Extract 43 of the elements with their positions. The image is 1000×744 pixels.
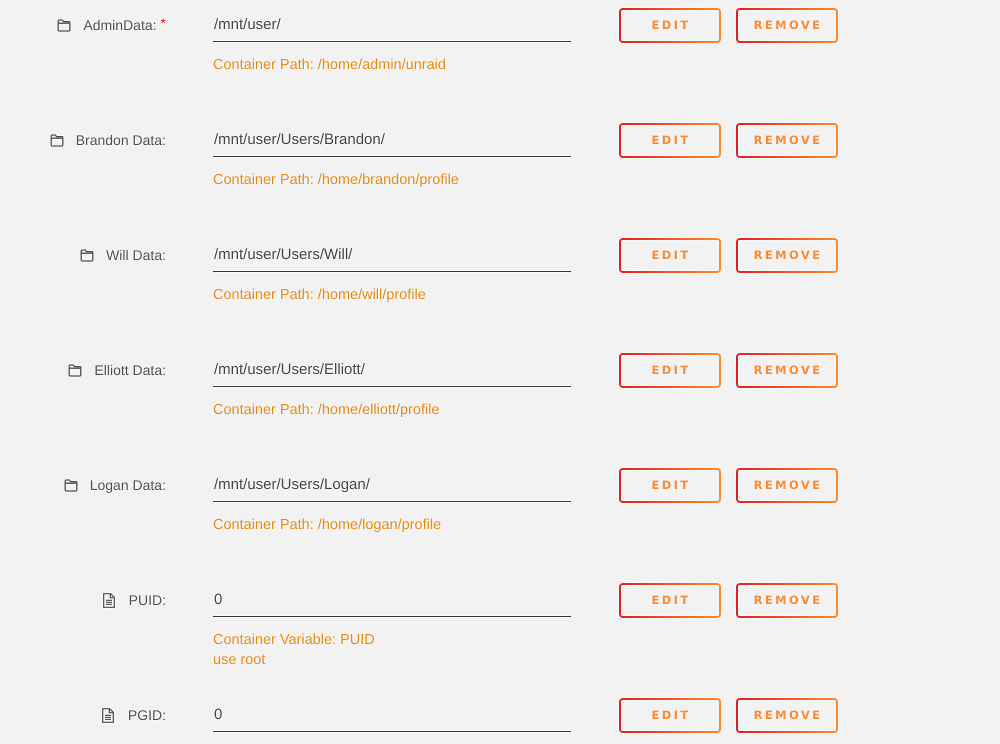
folder-icon — [80, 248, 94, 262]
remove-button[interactable]: REMOVE — [736, 8, 838, 43]
field-label: PUID: — [128, 591, 166, 610]
input-field[interactable]: /mnt/user/Users/Logan/ — [213, 468, 571, 502]
remove-button[interactable]: REMOVE — [736, 353, 838, 388]
remove-button[interactable]: REMOVE — [736, 698, 838, 733]
document-icon — [102, 708, 114, 722]
input-field[interactable]: 0 — [213, 698, 571, 732]
document-icon — [102, 592, 115, 608]
required-asterisk: * — [160, 14, 166, 33]
hint-text: use root — [213, 651, 266, 670]
input-field[interactable]: /mnt/user/Users/Elliott/ — [213, 353, 571, 387]
folder-icon — [64, 478, 78, 492]
edit-button[interactable]: EDIT — [619, 353, 721, 388]
edit-button[interactable]: EDIT — [619, 468, 721, 503]
remove-button[interactable]: REMOVE — [736, 468, 838, 503]
input-field[interactable]: 0 — [213, 583, 571, 617]
edit-button[interactable]: EDIT — [619, 698, 721, 733]
hint-text: Container Path: /home/logan/profile — [213, 516, 442, 535]
folder-icon — [50, 134, 64, 146]
folder-icon — [68, 364, 82, 376]
edit-button[interactable]: EDIT — [619, 238, 721, 273]
field-label: Will Data: — [106, 246, 166, 265]
field-label: PGID: — [128, 706, 166, 725]
edit-button[interactable]: EDIT — [619, 123, 721, 158]
input-field[interactable]: /mnt/user/Users/Brandon/ — [213, 123, 571, 157]
remove-button[interactable]: REMOVE — [736, 123, 838, 158]
folder-icon — [57, 18, 72, 32]
input-field[interactable]: /mnt/user/ — [213, 8, 571, 42]
field-label: Logan Data: — [90, 476, 166, 495]
field-label: Elliott Data: — [94, 361, 166, 380]
remove-button[interactable]: REMOVE — [736, 583, 838, 618]
hint-text: Container Path: /home/admin/unraid — [213, 56, 447, 75]
hint-text: Container Path: /home/brandon/profile — [213, 171, 460, 190]
field-label: Brandon Data: — [76, 131, 166, 150]
hint-text: Container Variable: PUID — [213, 631, 376, 650]
field-label: AdminData: — [83, 16, 157, 35]
edit-button[interactable]: EDIT — [619, 583, 721, 618]
input-field[interactable]: /mnt/user/Users/Will/ — [213, 238, 571, 272]
edit-button[interactable]: EDIT — [619, 8, 721, 43]
hint-text: Container Path: /home/elliott/profile — [213, 401, 440, 420]
remove-button[interactable]: REMOVE — [736, 238, 838, 273]
hint-text: Container Path: /home/will/profile — [213, 286, 427, 305]
